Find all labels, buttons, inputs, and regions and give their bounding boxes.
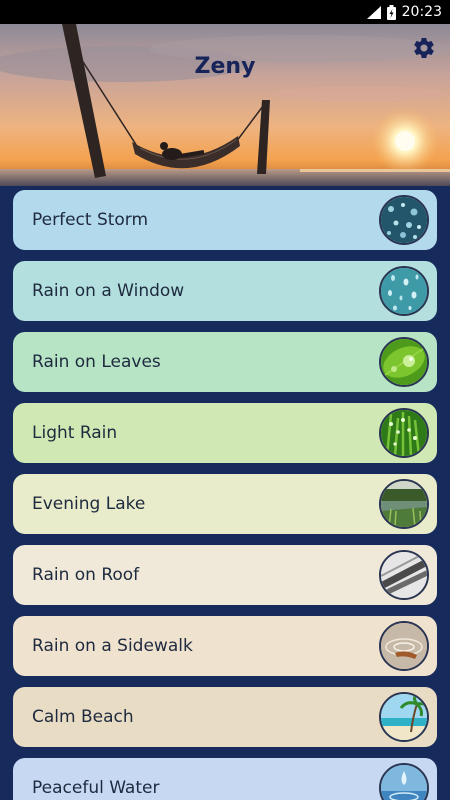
water-drop-thumb: [379, 763, 429, 800]
status-time: 20:23: [401, 4, 442, 20]
battery-icon: [386, 4, 396, 20]
roof-thumb: [379, 550, 429, 600]
sound-item-rain-on-a-window[interactable]: Rain on a Window: [13, 261, 437, 321]
sound-item-label: Calm Beach: [32, 707, 134, 727]
sound-item-label: Perfect Storm: [32, 210, 149, 230]
sound-item-perfect-storm[interactable]: Perfect Storm: [13, 190, 437, 250]
leaf-drop-thumb: [379, 337, 429, 387]
sound-item-label: Rain on a Window: [32, 281, 185, 301]
sound-item-label: Rain on a Sidewalk: [32, 636, 193, 656]
puddle-thumb: [379, 621, 429, 671]
beach-palm-thumb: [379, 692, 429, 742]
sound-item-label: Rain on Roof: [32, 565, 140, 585]
window-drops-thumb: [379, 266, 429, 316]
status-bar: 20:23: [0, 0, 450, 24]
lake-reeds-thumb: [379, 479, 429, 529]
sound-list: Perfect Storm Rain on a Window Rain on L…: [0, 186, 450, 800]
sound-item-light-rain[interactable]: Light Rain: [13, 403, 437, 463]
app-title: Zeny: [194, 54, 256, 79]
sound-item-rain-on-a-sidewalk[interactable]: Rain on a Sidewalk: [13, 616, 437, 676]
sound-item-calm-beach[interactable]: Calm Beach: [13, 687, 437, 747]
grass-dew-thumb: [379, 408, 429, 458]
sound-item-label: Light Rain: [32, 423, 118, 443]
storm-drops-thumb: [379, 195, 429, 245]
sound-item-evening-lake[interactable]: Evening Lake: [13, 474, 437, 534]
sound-item-label: Evening Lake: [32, 494, 146, 514]
sound-item-rain-on-leaves[interactable]: Rain on Leaves: [13, 332, 437, 392]
gear-icon[interactable]: [412, 36, 436, 60]
sunset-hammock-photo: [0, 24, 450, 186]
signal-icon: [366, 5, 381, 19]
sound-item-peaceful-water[interactable]: Peaceful Water: [13, 758, 437, 800]
sound-item-rain-on-roof[interactable]: Rain on Roof: [13, 545, 437, 605]
sound-item-label: Rain on Leaves: [32, 352, 161, 372]
sound-item-label: Peaceful Water: [32, 778, 160, 798]
header: Zeny: [0, 24, 450, 186]
